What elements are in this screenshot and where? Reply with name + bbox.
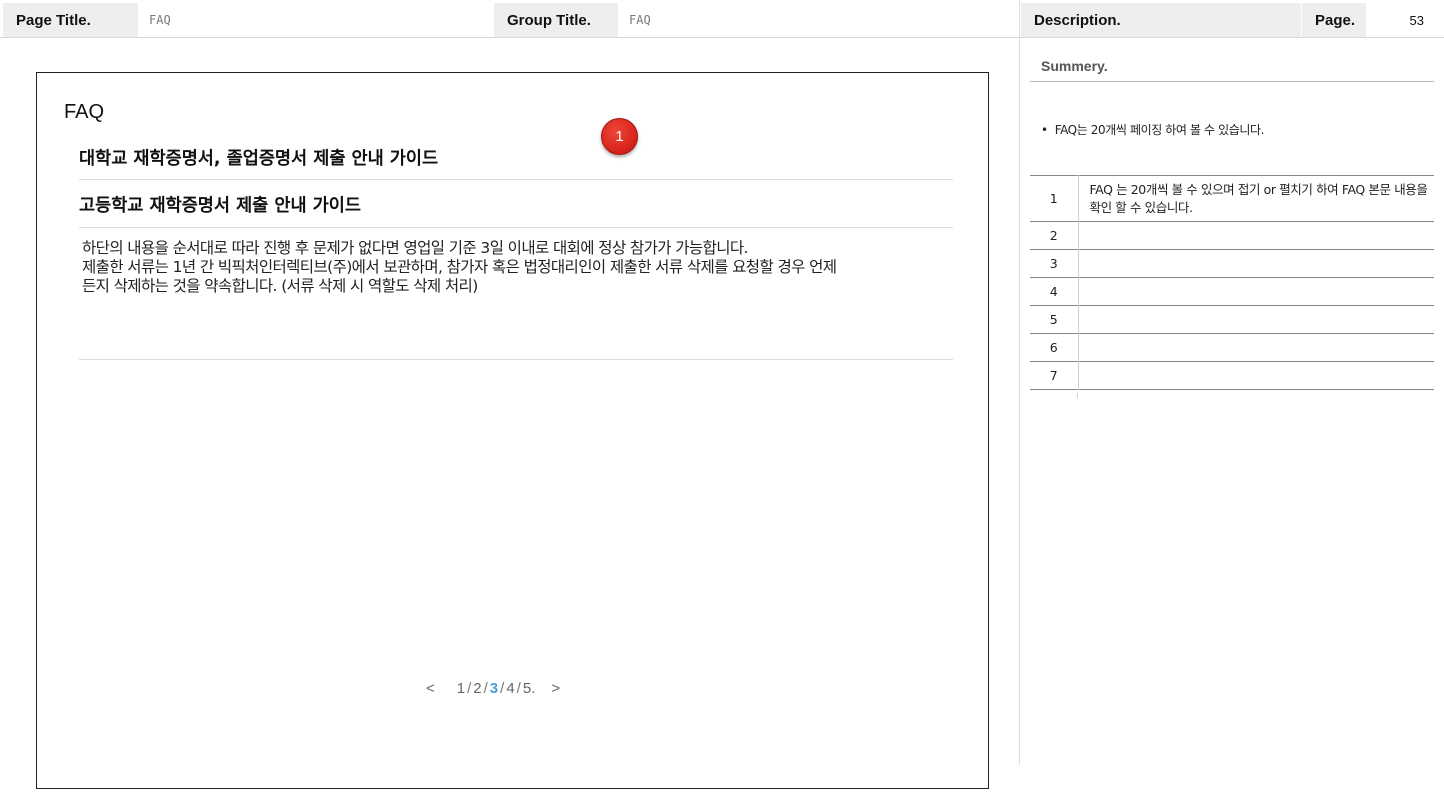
next-page-button[interactable]: > xyxy=(551,680,560,697)
table-divider xyxy=(1077,393,1078,398)
table-row: 2 xyxy=(1030,221,1434,250)
pagination: < 1 / 2 / 3 / 4 / 5. > xyxy=(426,677,560,699)
table-row: 1 FAQ 는 20개씩 볼 수 있으며 접기 or 펼치기 하여 FAQ 본문… xyxy=(1030,175,1434,222)
page-link-1[interactable]: 1 xyxy=(457,680,465,697)
faq-divider xyxy=(79,227,953,228)
description-label: Description. xyxy=(1021,3,1301,37)
table-row: 6 xyxy=(1030,333,1434,362)
group-title-label: Group Title. xyxy=(494,3,618,37)
page-separator: / xyxy=(467,679,472,697)
panel-divider xyxy=(1019,0,1020,765)
row-description xyxy=(1078,306,1434,334)
table-row: 7 xyxy=(1030,361,1434,390)
row-number: 7 xyxy=(1030,361,1079,390)
row-description xyxy=(1078,222,1434,250)
page-title-value: FAQ xyxy=(149,13,171,27)
row-description xyxy=(1078,334,1434,362)
faq-answer-line: 하단의 내용을 순서대로 따라 진행 후 문제가 없다면 영업일 기준 3일 이… xyxy=(82,239,748,257)
page-link-4[interactable]: 4 xyxy=(506,680,514,697)
row-description xyxy=(1078,362,1434,390)
faq-answer-line: 든지 삭제하는 것을 약속합니다. (서류 삭제 시 역할도 삭제 처리) xyxy=(82,277,478,295)
row-number: 4 xyxy=(1030,277,1079,306)
row-number: 6 xyxy=(1030,333,1079,362)
bullet-icon: • xyxy=(1041,123,1048,137)
page-number: 53 xyxy=(1409,12,1424,28)
row-number: 2 xyxy=(1030,221,1079,250)
page-link-2[interactable]: 2 xyxy=(473,680,481,697)
row-number: 3 xyxy=(1030,249,1079,278)
annotation-badge: 1 xyxy=(601,118,638,155)
faq-heading: FAQ xyxy=(64,101,105,123)
table-row: 5 xyxy=(1030,305,1434,334)
table-row: 4 xyxy=(1030,277,1434,306)
row-description xyxy=(1078,278,1434,306)
row-description: FAQ 는 20개씩 볼 수 있으며 접기 or 펼치기 하여 FAQ 본문 내… xyxy=(1089,181,1428,215)
page-separator: / xyxy=(500,679,505,697)
screen-frame: FAQ 대학교 재학증명서, 졸업증명서 제출 안내 가이드 고등학교 재학증명… xyxy=(36,72,989,789)
summary-divider xyxy=(1030,81,1434,82)
row-number: 1 xyxy=(1030,175,1079,222)
faq-question-2[interactable]: 고등학교 재학증명서 제출 안내 가이드 xyxy=(79,192,361,217)
page-link-3-current[interactable]: 3 xyxy=(490,680,498,697)
prev-page-button[interactable]: < xyxy=(426,680,435,697)
summary-bullet-text: FAQ는 20개씩 페이징 하여 볼 수 있습니다. xyxy=(1054,123,1265,137)
page-separator: / xyxy=(483,679,488,697)
page-title-label: Page Title. xyxy=(3,3,138,37)
header-divider xyxy=(0,37,1444,38)
description-table: 1 FAQ 는 20개씩 볼 수 있으며 접기 or 펼치기 하여 FAQ 본문… xyxy=(1030,175,1434,390)
row-number: 5 xyxy=(1030,305,1079,334)
group-title-value: FAQ xyxy=(629,13,651,27)
page-label: Page. xyxy=(1302,3,1366,37)
faq-answer: 하단의 내용을 순서대로 따라 진행 후 문제가 없다면 영업일 기준 3일 이… xyxy=(82,239,952,296)
page-link-5[interactable]: 5. xyxy=(523,680,536,697)
faq-answer-line: 제출한 서류는 1년 간 빅픽처인터렉티브(주)에서 보관하며, 참가자 혹은 … xyxy=(82,258,837,276)
row-description xyxy=(1078,250,1434,278)
faq-divider xyxy=(79,359,953,360)
summary-title: Summery. xyxy=(1041,58,1108,74)
faq-divider xyxy=(79,179,953,180)
table-row: 3 xyxy=(1030,249,1434,278)
page-separator: / xyxy=(516,679,521,697)
faq-question-1[interactable]: 대학교 재학증명서, 졸업증명서 제출 안내 가이드 xyxy=(79,145,438,170)
summary-bullet: • FAQ는 20개씩 페이징 하여 볼 수 있습니다. xyxy=(1041,121,1264,138)
